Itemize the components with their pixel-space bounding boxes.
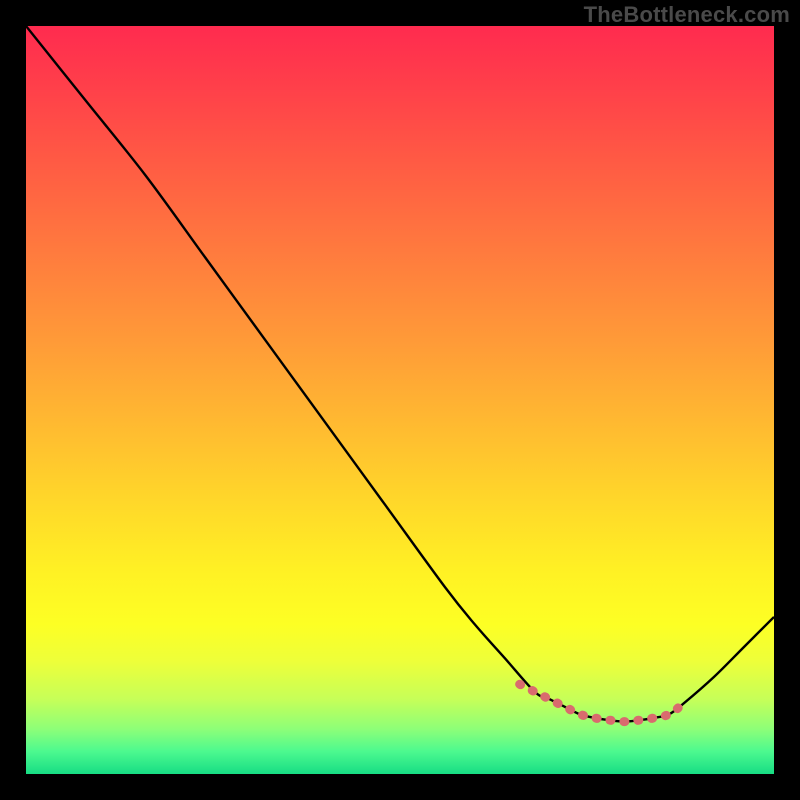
curve-svg (26, 26, 774, 774)
watermark-label: TheBottleneck.com (584, 2, 790, 28)
plot-area (26, 26, 774, 774)
bottleneck-curve (26, 26, 774, 722)
chart-frame: TheBottleneck.com (0, 0, 800, 800)
